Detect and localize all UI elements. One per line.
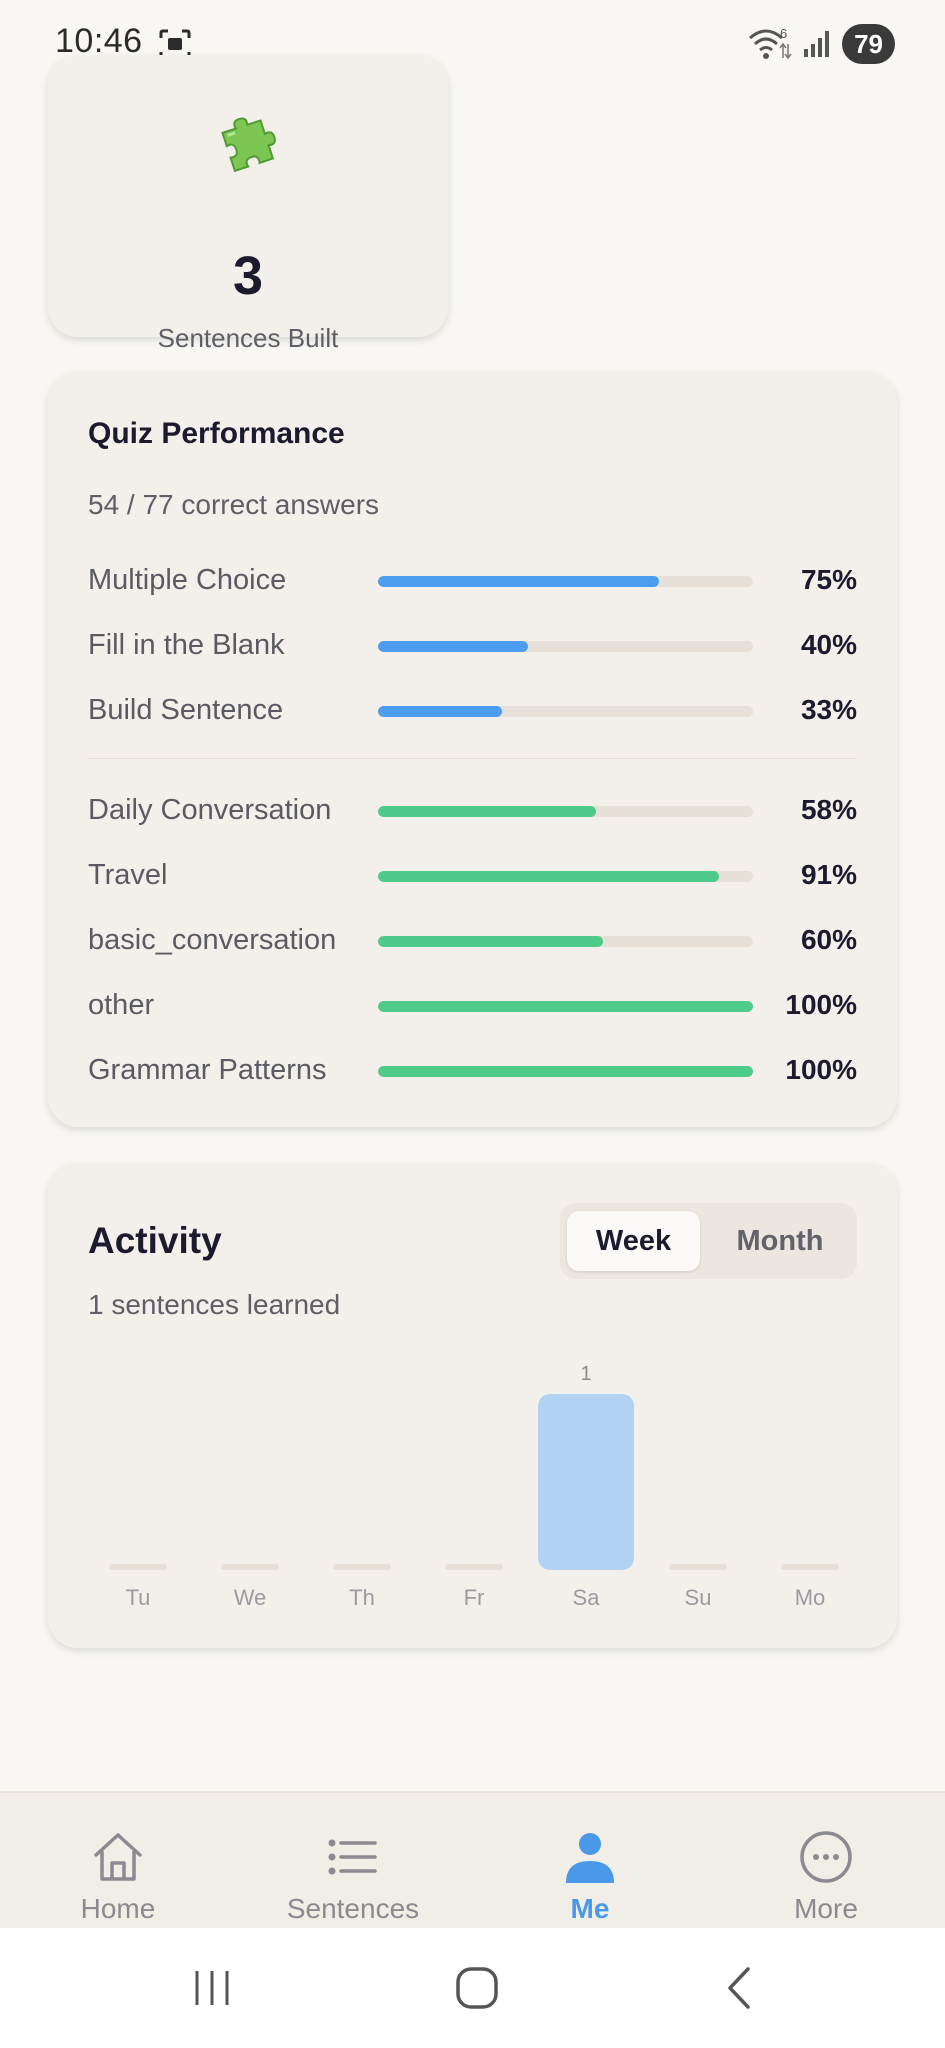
sentences-built-label: Sentences Built: [157, 323, 339, 353]
category-row: Grammar Patterns 100%: [88, 1050, 857, 1090]
puzzle-icon: [221, 117, 276, 173]
activity-chart: Tu We Th Fr 1 Sa Su Mo: [109, 1363, 839, 1610]
progress-fill: [378, 806, 596, 817]
chart-bar-empty: [445, 1564, 503, 1570]
quiz-type-percent: 75%: [800, 564, 857, 595]
quiz-type-label: Multiple Choice: [88, 564, 287, 596]
quiz-score: 54 / 77 correct answers: [88, 489, 380, 520]
nav-item-me[interactable]: Me: [490, 1793, 690, 1930]
progress-fill: [378, 1066, 753, 1077]
chart-bar: [538, 1394, 634, 1570]
nav-label-home: Home: [80, 1893, 156, 1924]
chart-tick-label: Su: [685, 1585, 712, 1610]
chart-bar-empty: [669, 1564, 727, 1570]
category-row: basic_conversation 60%: [88, 920, 857, 960]
quiz-type-row: Build Sentence 33%: [88, 690, 857, 730]
category-label: Grammar Patterns: [88, 1054, 327, 1086]
chart-tick-label: Mo: [795, 1585, 826, 1610]
nav-item-more[interactable]: More: [726, 1793, 926, 1930]
sentences-built-card: 3 Sentences Built: [48, 55, 448, 353]
category-row: Travel 91%: [88, 855, 857, 895]
chart-tick-label: Tu: [126, 1585, 151, 1610]
wifi-icon: 6: [749, 26, 792, 60]
quiz-type-percent: 40%: [800, 629, 857, 660]
chart-bar-empty: [109, 1564, 167, 1570]
nav-item-sentences[interactable]: Sentences: [253, 1793, 453, 1930]
quiz-type-row: Multiple Choice 75%: [88, 560, 857, 600]
progress-track: [378, 1001, 753, 1012]
category-percent: 100%: [785, 989, 857, 1020]
category-label: other: [88, 989, 155, 1021]
chart-tick-label: Th: [349, 1585, 375, 1610]
sentences-built-count: 3: [232, 246, 264, 306]
list-icon: [328, 1839, 377, 1875]
progress-track: [378, 1066, 753, 1077]
system-nav-bar: [0, 1928, 945, 2048]
bottom-nav: Home Sentences Me More: [0, 1791, 945, 1928]
category-percent: 60%: [800, 924, 857, 955]
nav-label-me: Me: [570, 1893, 610, 1924]
progress-track: [378, 576, 753, 587]
progress-track: [378, 641, 753, 652]
quiz-type-label: Build Sentence: [88, 694, 284, 726]
quiz-performance-card: Quiz Performance 54 / 77 correct answers…: [48, 372, 897, 1127]
category-row: Daily Conversation 58%: [88, 790, 857, 830]
quiz-type-row: Fill in the Blank 40%: [88, 625, 857, 665]
chart-tick-label: We: [234, 1585, 267, 1610]
progress-track: [378, 871, 753, 882]
progress-track: [378, 806, 753, 817]
nav-label-more: More: [794, 1893, 858, 1924]
chart-bar-empty: [221, 1564, 279, 1570]
category-label: Daily Conversation: [88, 794, 332, 826]
divider: [88, 758, 857, 759]
category-row: other 100%: [88, 985, 857, 1025]
quiz-type-percent: 33%: [800, 694, 857, 725]
category-label: basic_conversation: [88, 924, 337, 956]
category-percent: 100%: [785, 1054, 857, 1085]
progress-fill: [378, 1001, 753, 1012]
chart-data-label: 1: [580, 1363, 591, 1385]
category-percent: 91%: [800, 859, 857, 890]
progress-fill: [378, 706, 502, 717]
recent-apps-icon[interactable]: [187, 1963, 237, 2013]
chart-bar-empty: [781, 1564, 839, 1570]
progress-fill: [378, 871, 720, 882]
battery-indicator: 79: [842, 24, 895, 64]
nav-label-sentences: Sentences: [286, 1893, 420, 1924]
signal-icon: [804, 31, 830, 57]
progress-track: [378, 936, 753, 947]
progress-track: [378, 706, 753, 717]
home-icon: [94, 1833, 142, 1881]
category-percent: 58%: [800, 794, 857, 825]
activity-card: Activity Week Month 1 sentences learned …: [48, 1163, 897, 1648]
quiz-type-label: Fill in the Blank: [88, 629, 285, 661]
chart-bar-empty: [333, 1564, 391, 1570]
person-icon: [566, 1833, 614, 1883]
back-icon[interactable]: [716, 1963, 766, 2013]
wifi-label: 6: [780, 26, 787, 41]
progress-fill: [378, 576, 660, 587]
chart-tick-label: Sa: [573, 1585, 601, 1610]
home-button-icon[interactable]: [452, 1963, 502, 2013]
quiz-title: Quiz Performance: [88, 417, 345, 450]
category-label: Travel: [88, 859, 168, 891]
chart-tick-label: Fr: [464, 1585, 485, 1610]
more-icon: [800, 1831, 852, 1883]
progress-fill: [378, 641, 528, 652]
nav-item-home[interactable]: Home: [18, 1793, 218, 1930]
progress-fill: [378, 936, 603, 947]
